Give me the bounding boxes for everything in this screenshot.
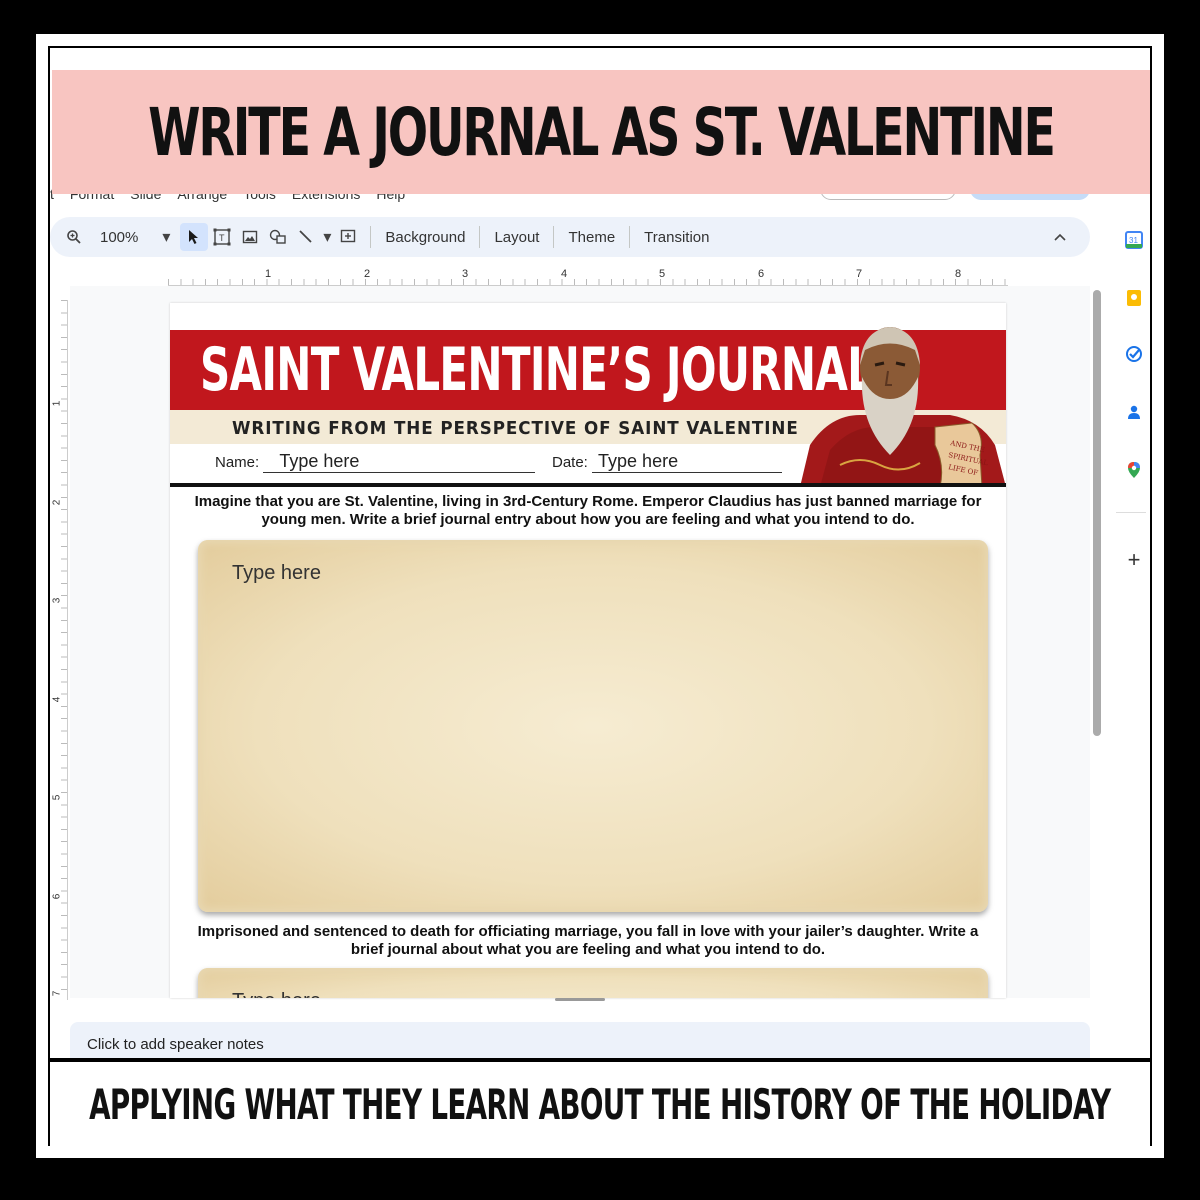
keep-icon[interactable] <box>1124 288 1144 308</box>
toolbar: 100% ▾ T ▾ Background Layout Theme Trans… <box>50 217 1090 257</box>
transition-button[interactable]: Transition <box>638 229 715 246</box>
bottom-banner-text: APPLYING WHAT THEY LEARN ABOUT THE HISTO… <box>89 1079 1111 1129</box>
ruler-number: 6 <box>51 893 63 900</box>
zoom-icon[interactable] <box>60 223 88 251</box>
line-dropdown-icon[interactable]: ▾ <box>320 223 334 251</box>
ruler-number: 5 <box>659 268 666 280</box>
calendar-icon[interactable]: 31 <box>1124 230 1144 250</box>
journal-prompt-1: Imagine that you are St. Valentine, livi… <box>194 493 982 528</box>
slide-subtitle: WRITING FROM THE PERSPECTIVE OF SAINT VA… <box>232 418 799 439</box>
journal-parchment-2[interactable]: Type here <box>198 968 988 998</box>
date-label: Date: <box>552 454 588 471</box>
date-field[interactable]: Type here <box>592 451 783 473</box>
line-icon[interactable] <box>292 223 320 251</box>
journal-input-2[interactable]: Type here <box>232 990 321 998</box>
vertical-scrollbar[interactable] <box>1093 290 1101 736</box>
journal-prompt-2: Imprisoned and sentenced to death for of… <box>197 923 979 958</box>
name-row: Name: Type here <box>215 451 536 473</box>
name-field[interactable]: Type here <box>263 451 536 473</box>
toolbar-separator <box>553 226 555 248</box>
ruler-number: 6 <box>758 268 765 280</box>
toolbar-separator <box>479 226 481 248</box>
add-addon-icon[interactable]: + <box>1124 547 1144 572</box>
ruler-number: 5 <box>51 794 63 801</box>
shape-icon[interactable] <box>264 223 292 251</box>
select-cursor-icon[interactable] <box>180 223 209 251</box>
zoom-dropdown-icon[interactable]: ▾ <box>152 223 180 251</box>
ruler-number: 2 <box>364 268 371 280</box>
background-button[interactable]: Background <box>379 229 471 246</box>
notes-resize-handle[interactable] <box>555 998 605 1001</box>
image-icon[interactable] <box>236 223 264 251</box>
ruler-number: 8 <box>955 268 962 280</box>
toolbar-separator <box>370 226 372 248</box>
ruler-number: 1 <box>265 268 272 280</box>
speaker-notes[interactable]: Click to add speaker notes <box>70 1022 1090 1058</box>
add-comment-icon[interactable] <box>334 223 362 251</box>
toolbar-edge <box>50 223 60 251</box>
layout-button[interactable]: Layout <box>488 229 545 246</box>
bottom-banner: APPLYING WHAT THEY LEARN ABOUT THE HISTO… <box>50 1062 1150 1146</box>
top-banner-text: WRITE A JOURNAL AS ST. VALENTINE <box>148 93 1056 171</box>
ruler-number: 1 <box>51 400 63 407</box>
theme-button[interactable]: Theme <box>562 229 621 246</box>
ruler-number: 4 <box>561 268 568 280</box>
ruler-number: 7 <box>856 268 863 280</box>
zoom-level[interactable]: 100% <box>94 229 144 246</box>
speaker-notes-placeholder: Click to add speaker notes <box>87 1036 264 1053</box>
ruler-number: 7 <box>51 990 63 997</box>
side-panel: 31 + <box>1110 200 1150 1058</box>
ruler-number: 4 <box>51 696 63 703</box>
ruler-number: 3 <box>51 597 63 604</box>
text-box-icon[interactable]: T <box>208 223 236 251</box>
maps-icon[interactable] <box>1124 460 1144 480</box>
toolbar-separator <box>629 226 631 248</box>
journal-parchment-1[interactable]: Type here <box>198 540 988 912</box>
collapse-toolbar-icon[interactable] <box>1046 223 1074 251</box>
name-label: Name: <box>215 454 260 471</box>
saint-valentine-portrait: AND THE SPIRITUAL LIFE OF <box>800 327 1006 487</box>
slide-title: SAINT VALENTINE’S JOURNAL <box>200 335 874 405</box>
date-row: Date: Type here <box>552 451 783 473</box>
side-panel-divider <box>1116 512 1146 513</box>
slide[interactable]: SAINT VALENTINE’S JOURNAL WRITING FROM T… <box>170 303 1006 998</box>
top-banner: WRITE A JOURNAL AS ST. VALENTINE <box>52 70 1150 194</box>
journal-input-1[interactable]: Type here <box>232 562 321 585</box>
contacts-icon[interactable] <box>1124 402 1144 422</box>
tasks-icon[interactable] <box>1124 344 1144 364</box>
horizontal-ruler[interactable] <box>168 268 1008 286</box>
calendar-day: 31 <box>1129 236 1138 245</box>
svg-text:T: T <box>219 233 225 243</box>
ruler-number: 3 <box>462 268 469 280</box>
header-divider <box>170 483 1006 487</box>
ruler-number: 2 <box>51 499 63 506</box>
